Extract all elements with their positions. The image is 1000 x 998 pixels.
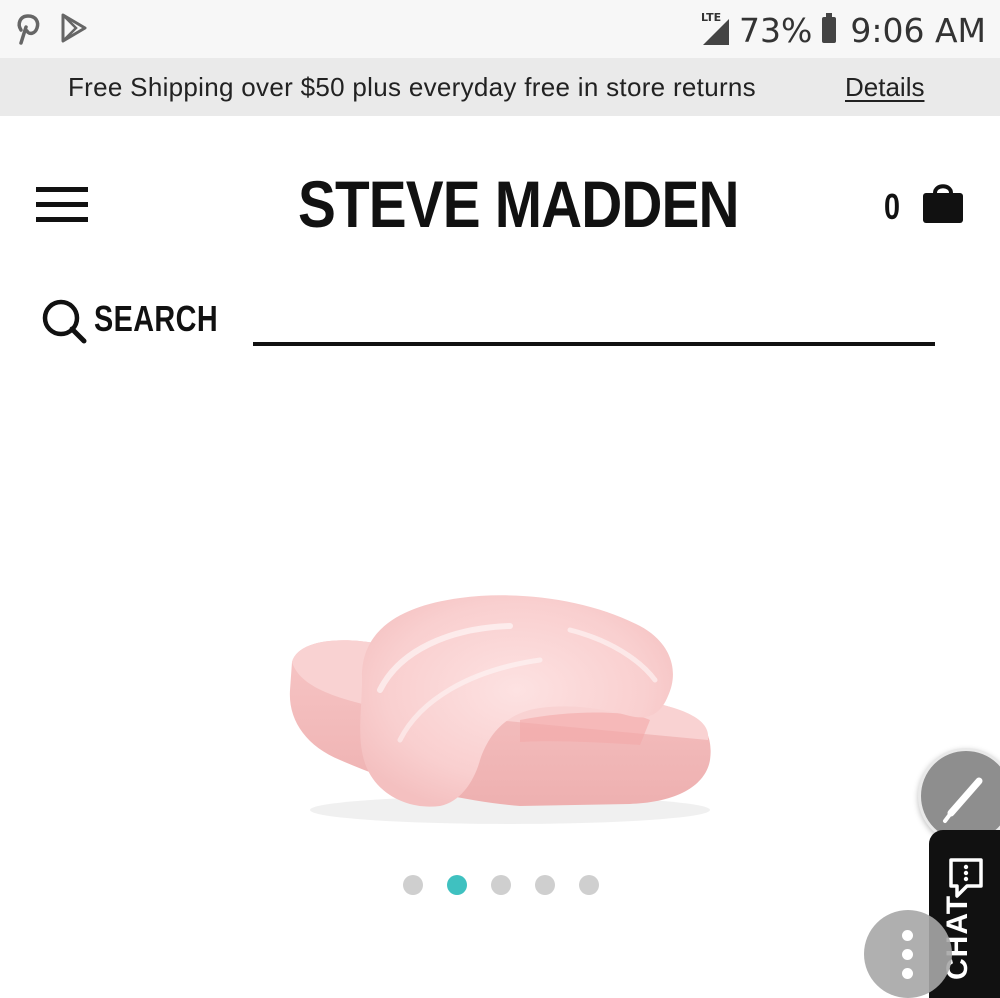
carousel-dot[interactable] — [579, 875, 599, 895]
carousel-dot[interactable] — [403, 875, 423, 895]
search-label[interactable]: SEARCH — [94, 298, 218, 340]
product-image[interactable] — [270, 570, 740, 840]
details-link[interactable]: Details — [845, 72, 924, 103]
search-icon[interactable] — [40, 297, 88, 350]
play-store-icon — [60, 12, 88, 51]
shopping-bag-icon[interactable] — [921, 180, 965, 229]
carousel-dot-active[interactable] — [447, 875, 467, 895]
brand-logo[interactable]: STEVE MADDEN — [298, 166, 740, 242]
battery-percent: 73% — [738, 10, 813, 50]
promo-text: Free Shipping over $50 plus everyday fre… — [68, 72, 756, 102]
pinterest-icon — [12, 12, 42, 51]
search-input[interactable] — [253, 300, 935, 346]
clock-time: 9:06 AM — [850, 10, 986, 50]
cart-count[interactable]: 0 — [884, 186, 900, 228]
menu-icon[interactable] — [36, 187, 88, 223]
signal-icon: LTE — [701, 11, 731, 47]
carousel-dots — [403, 875, 599, 895]
status-bar: LTE 73% 9:06 AM — [0, 0, 1000, 58]
more-button[interactable] — [864, 910, 952, 998]
carousel-dot[interactable] — [535, 875, 555, 895]
battery-icon — [822, 13, 837, 43]
promo-banner: Free Shipping over $50 plus everyday fre… — [0, 58, 1000, 116]
carousel-dot[interactable] — [491, 875, 511, 895]
